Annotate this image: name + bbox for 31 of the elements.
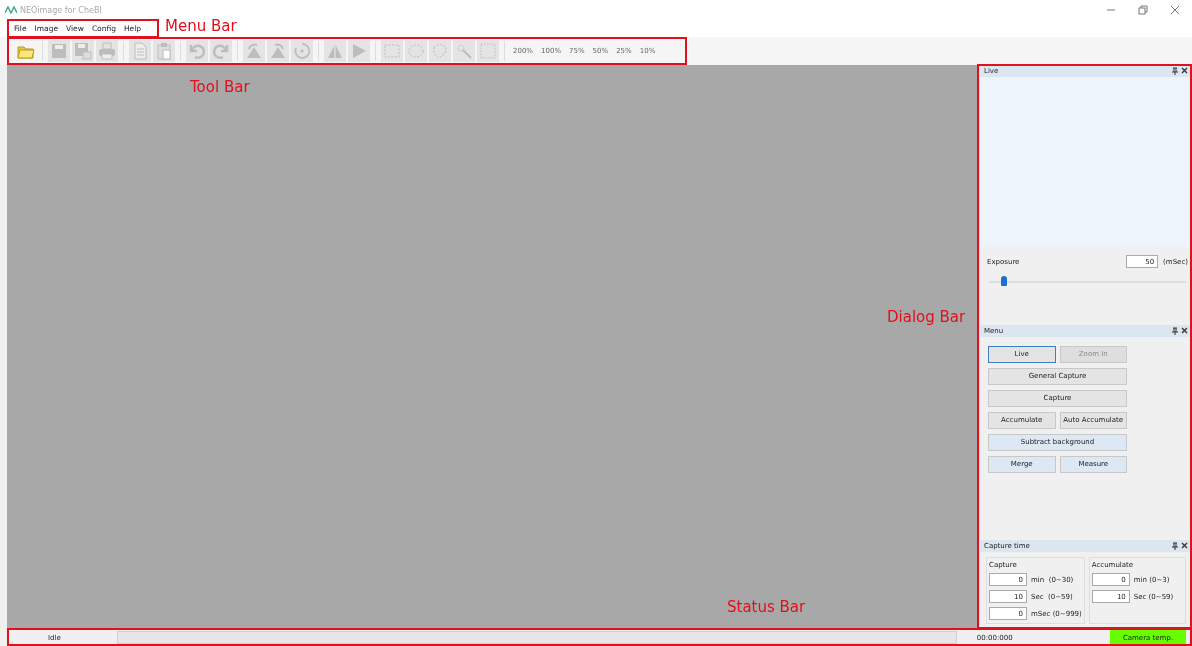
annotation-label: Status Bar xyxy=(727,598,806,616)
rotate-right-icon xyxy=(269,42,287,60)
annotation-label: Dialog Bar xyxy=(887,308,966,326)
document-icon xyxy=(131,42,149,60)
rotate-icon xyxy=(293,42,311,60)
triangle-icon xyxy=(326,42,344,60)
lasso-select-icon xyxy=(431,42,449,60)
ellipse-select-icon xyxy=(407,42,425,60)
annotation-label: Menu Bar xyxy=(165,17,237,35)
close-icon[interactable] xyxy=(1181,542,1188,550)
triangle-icon xyxy=(350,42,368,60)
pin-icon[interactable] xyxy=(1172,542,1178,551)
pin-icon[interactable] xyxy=(1172,326,1178,335)
restore-icon[interactable] xyxy=(1138,5,1148,15)
redo-icon xyxy=(212,42,230,60)
rotate-left-icon xyxy=(245,42,263,60)
undo-icon xyxy=(188,42,206,60)
annotation-label: Tool Bar xyxy=(190,78,250,96)
floppy-disk-icon xyxy=(74,42,92,60)
close-icon[interactable] xyxy=(1170,5,1180,15)
pin-icon[interactable] xyxy=(1172,66,1178,75)
magic-wand-icon xyxy=(455,42,473,60)
rectangle-select-icon xyxy=(383,42,401,60)
dashed-square-icon xyxy=(479,42,497,60)
window-title: NEOimage for CheBI xyxy=(20,5,102,15)
wave-logo-icon xyxy=(5,6,17,14)
close-icon[interactable] xyxy=(1181,326,1188,334)
printer-icon xyxy=(98,42,116,60)
clipboard-icon xyxy=(155,42,173,60)
close-icon[interactable] xyxy=(1181,66,1188,74)
slider-thumb[interactable] xyxy=(1000,276,1007,287)
